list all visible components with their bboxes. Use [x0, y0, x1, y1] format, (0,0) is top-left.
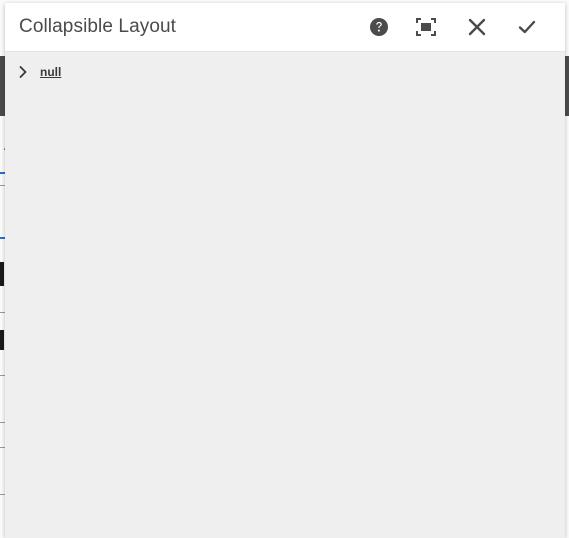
checkmark-icon: [518, 20, 536, 34]
background-text-fragment: [0, 330, 4, 350]
help-icon: [370, 18, 388, 36]
dialog-header: Collapsible Layout: [5, 3, 565, 52]
dialog-body: null: [5, 52, 565, 538]
chevron-right-icon[interactable]: [17, 65, 29, 79]
dialog-title: Collapsible Layout: [19, 16, 177, 37]
tree-item[interactable]: null: [17, 64, 61, 80]
tree-item-label[interactable]: null: [40, 65, 61, 79]
help-button[interactable]: [364, 12, 394, 42]
collapsible-layout-dialog: Collapsible Layout null: [5, 3, 565, 538]
done-button[interactable]: [512, 12, 542, 42]
fullscreen-icon: [416, 18, 436, 36]
fullscreen-button[interactable]: [411, 12, 441, 42]
background-text-fragment: [0, 262, 4, 286]
close-icon: [468, 18, 486, 36]
close-button[interactable]: [462, 12, 492, 42]
